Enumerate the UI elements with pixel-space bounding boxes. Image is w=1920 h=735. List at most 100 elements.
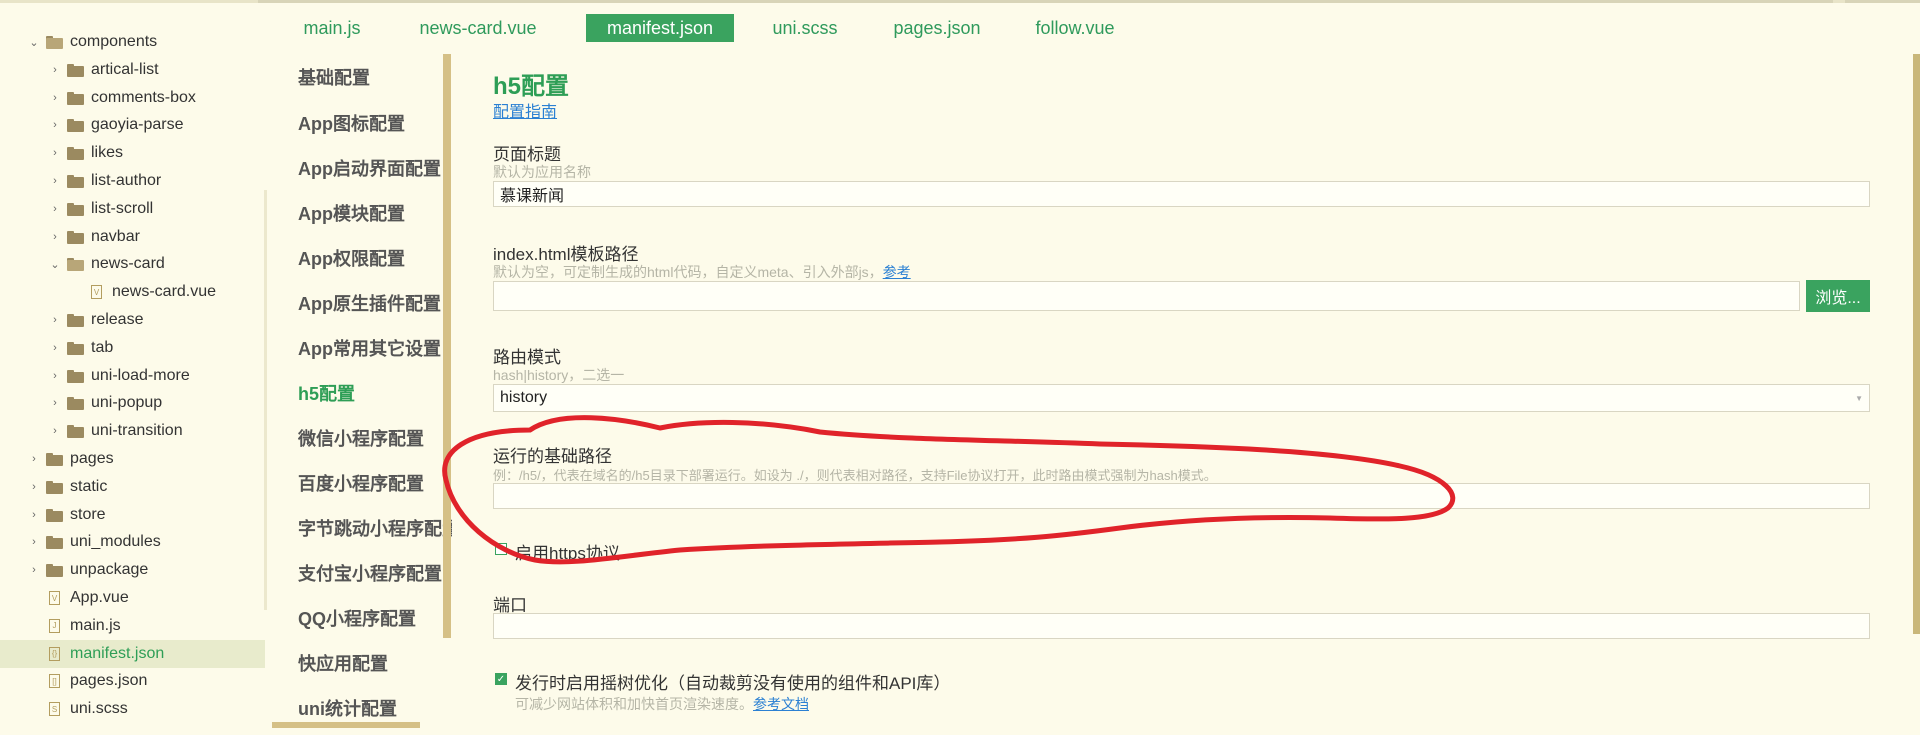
nav-item-app-native-plugins[interactable]: App原生插件配置 (298, 290, 452, 316)
tree-item-navbar[interactable]: › navbar (0, 223, 265, 251)
treeshake-doc-link[interactable]: 参考文档 (753, 696, 809, 712)
tree-item-unpackage[interactable]: › unpackage (0, 556, 265, 584)
chevron-right-icon[interactable]: › (49, 119, 61, 131)
chevron-right-icon[interactable]: › (49, 147, 61, 159)
chevron-right-icon[interactable]: › (28, 509, 40, 521)
tree-item-label: news-card (91, 255, 165, 273)
tree-item-pages-json[interactable]: [] pages.json (0, 667, 265, 695)
chevron-right-icon[interactable]: › (49, 342, 61, 354)
tree-item-static[interactable]: › static (0, 473, 265, 501)
template-input[interactable] (493, 281, 1800, 311)
nav-item-quickapp[interactable]: 快应用配置 (298, 650, 452, 676)
tree-item-comments-box[interactable]: › comments-box (0, 84, 265, 112)
nav-item-app-other[interactable]: App常用其它设置 (298, 335, 452, 361)
tab-manifest-json[interactable]: manifest.json (586, 14, 734, 42)
tree-item-label: main.js (70, 616, 121, 634)
base-path-input[interactable] (493, 483, 1870, 509)
nav-item-basic[interactable]: 基础配置 (298, 64, 452, 90)
page-title-input[interactable]: 慕课新闻 (493, 181, 1870, 207)
nav-item-app-splash[interactable]: App启动界面配置 (298, 155, 452, 181)
chevron-right-icon[interactable]: › (49, 175, 61, 187)
tree-item-app-vue[interactable]: V App.vue (0, 584, 265, 612)
tree-item-label: uni-transition (91, 422, 183, 440)
chevron-down-icon[interactable]: ⌄ (49, 258, 61, 271)
nav-item-toutiao[interactable]: 字节跳动小程序配置 (298, 515, 452, 541)
folder-icon (67, 425, 84, 439)
treeshake-checkbox[interactable]: ✓ (495, 673, 507, 685)
chevron-right-icon[interactable]: › (49, 64, 61, 76)
chevron-right-icon[interactable]: › (28, 453, 40, 465)
folder-icon (67, 119, 84, 133)
nav-item-app-modules[interactable]: App模块配置 (298, 200, 452, 226)
nav-item-app-permissions[interactable]: App权限配置 (298, 245, 452, 271)
nav-item-alipay[interactable]: 支付宝小程序配置 (298, 560, 452, 586)
tree-item-pages[interactable]: › pages (0, 445, 265, 473)
tree-item-label: uni_modules (70, 533, 161, 551)
nav-scrollbar[interactable] (443, 54, 451, 638)
tree-scrollbar[interactable] (264, 190, 267, 610)
chevron-down-icon[interactable]: ⌄ (28, 36, 40, 49)
chevron-right-icon[interactable]: › (49, 370, 61, 382)
nav-item-h5[interactable]: h5配置 (298, 380, 452, 406)
tab-news-card-vue[interactable]: news-card.vue (402, 14, 554, 42)
chevron-right-icon[interactable]: › (28, 481, 40, 493)
tree-item-uni-modules[interactable]: › uni_modules (0, 528, 265, 556)
tab-main-js[interactable]: main.js (272, 14, 392, 42)
folder-icon (46, 453, 63, 466)
tree-item-list-scroll[interactable]: › list-scroll (0, 195, 265, 223)
browse-button[interactable]: 浏览... (1806, 280, 1870, 312)
main-scrollbar[interactable] (1913, 54, 1920, 634)
tree-item-store[interactable]: › store (0, 501, 265, 529)
tree-item-list-author[interactable]: › list-author (0, 167, 265, 195)
chevron-right-icon[interactable]: › (49, 231, 61, 243)
folder-icon (67, 369, 84, 383)
tree-item-label: pages (70, 450, 114, 467)
tree-item-artical-list[interactable]: › artical-list (0, 56, 265, 84)
https-checkbox[interactable] (495, 543, 507, 555)
tab-pages-json[interactable]: pages.json (872, 14, 1002, 42)
tree-item-uni-load-more[interactable]: › uni-load-more (0, 362, 265, 390)
folder-icon (67, 230, 84, 244)
folder-icon (67, 147, 84, 161)
nav-item-app-icon[interactable]: App图标配置 (298, 110, 452, 136)
file-vue-icon: V (91, 285, 102, 300)
chevron-right-icon[interactable]: › (49, 425, 61, 437)
tree-item-tab[interactable]: › tab (0, 334, 265, 362)
tree-item-uni-popup[interactable]: › uni-popup (0, 389, 265, 417)
tree-item-manifest-json[interactable]: {} manifest.json (0, 639, 265, 668)
nav-item-baidu[interactable]: 百度小程序配置 (298, 470, 452, 496)
chevron-right-icon[interactable]: › (49, 397, 61, 409)
tree-item-main-js[interactable]: Jmain.js (0, 612, 265, 640)
folder-icon (46, 480, 63, 494)
folder-icon (67, 202, 84, 216)
tree-item-news-card[interactable]: ⌄ news-card (0, 250, 265, 278)
chevron-right-icon[interactable]: › (28, 536, 40, 548)
chevron-right-icon[interactable]: › (49, 314, 61, 326)
tree-item-label: gaoyia-parse (91, 116, 184, 134)
folder-icon (67, 397, 84, 411)
nav-item-weixin[interactable]: 微信小程序配置 (298, 425, 452, 451)
tree-item-label: store (70, 505, 106, 523)
nav-item-qq[interactable]: QQ小程序配置 (298, 605, 452, 631)
guide-link[interactable]: 配置指南 (493, 98, 557, 122)
nav-horizontal-scrollbar[interactable] (272, 722, 420, 728)
template-ref-link[interactable]: 参考 (883, 264, 911, 280)
tree-item-components[interactable]: ⌄ components (0, 28, 265, 56)
router-select-value: history (500, 389, 548, 406)
tree-item-uni-transition[interactable]: › uni-transition (0, 417, 265, 445)
router-select[interactable]: history ▼ (493, 384, 1870, 412)
nav-item-uni-stat[interactable]: uni统计配置 (298, 695, 452, 721)
tree-item-label: release (91, 311, 144, 328)
tree-item-news-card-vue[interactable]: Vnews-card.vue (0, 278, 265, 306)
tree-item-likes[interactable]: › likes (0, 139, 265, 167)
tab-uni-scss[interactable]: uni.scss (750, 14, 860, 42)
tree-item-uni-scss[interactable]: Suni.scss (0, 695, 265, 723)
tree-item-gaoyia-parse[interactable]: › gaoyia-parse (0, 111, 265, 139)
port-input[interactable] (493, 613, 1870, 639)
tree-item-release[interactable]: › release (0, 306, 265, 334)
chevron-right-icon[interactable]: › (49, 203, 61, 215)
chevron-right-icon[interactable]: › (49, 92, 61, 104)
chevron-right-icon[interactable]: › (28, 564, 40, 576)
tab-follow-vue[interactable]: follow.vue (1016, 14, 1134, 42)
tree-item-label: components (70, 33, 158, 50)
